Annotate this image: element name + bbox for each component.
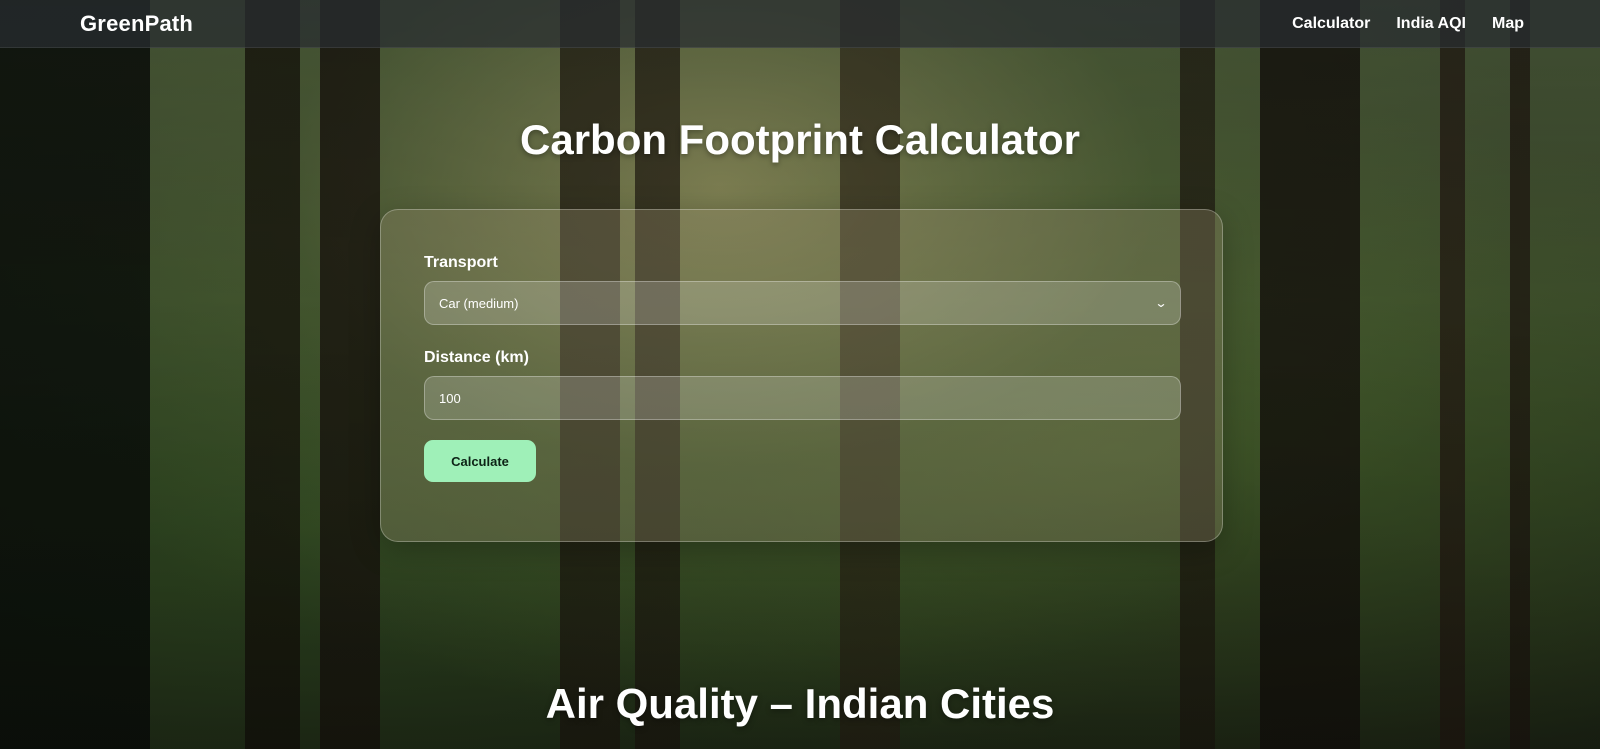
distance-label: Distance (km) (424, 349, 529, 366)
chevron-down-icon: ⌄ (1154, 296, 1168, 310)
calculate-button[interactable]: Calculate (424, 440, 536, 482)
distance-value: 100 (439, 390, 461, 406)
top-navbar: GreenPath Calculator India AQI Map (0, 0, 1600, 48)
nav-link-calculator[interactable]: Calculator (1292, 15, 1370, 33)
calculator-card: Transport Car (medium) ⌄ Distance (km) 1… (380, 209, 1223, 542)
calculator-title: Carbon Footprint Calculator (520, 116, 1080, 163)
distance-input[interactable]: 100 (424, 376, 1181, 420)
nav-link-map[interactable]: Map (1492, 15, 1524, 33)
nav-link-india-aqi[interactable]: India AQI (1396, 15, 1466, 33)
transport-selected-value: Car (medium) (439, 295, 519, 311)
brand-logo[interactable]: GreenPath (80, 11, 193, 37)
transport-label: Transport (424, 254, 498, 271)
transport-select[interactable]: Car (medium) ⌄ (424, 281, 1181, 325)
nav-links: Calculator India AQI Map (1292, 15, 1524, 33)
aqi-section-title: Air Quality – Indian Cities (545, 680, 1055, 727)
